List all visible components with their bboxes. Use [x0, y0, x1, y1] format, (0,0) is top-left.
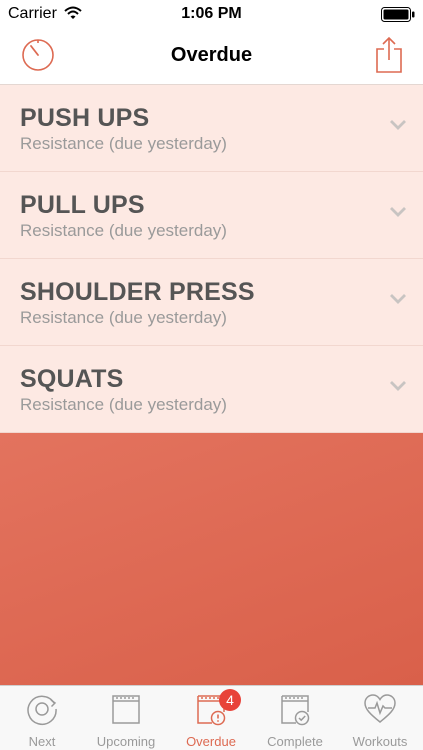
- tab-bar: Next Upcoming 4 Overdue Complete Workout…: [0, 685, 423, 750]
- list-item[interactable]: SQUATS Resistance (due yesterday): [0, 346, 423, 433]
- tab-workouts[interactable]: Workouts: [338, 686, 422, 750]
- page-title: Overdue: [170, 44, 253, 66]
- calendar-icon: [109, 692, 143, 731]
- empty-area: [0, 433, 423, 685]
- status-bar: Carrier 1:06 PM: [0, 0, 423, 28]
- chevron-down-icon[interactable]: [389, 379, 407, 397]
- next-icon: [25, 692, 59, 731]
- overdue-count-badge: 4: [219, 689, 241, 711]
- chevron-down-icon[interactable]: [389, 292, 407, 310]
- tab-label: Overdue: [186, 734, 236, 749]
- item-title: PULL UPS: [20, 191, 145, 219]
- overdue-list: PUSH UPS Resistance (due yesterday) PULL…: [0, 85, 423, 433]
- heart-pulse-icon: [363, 692, 397, 731]
- tab-complete[interactable]: Complete: [253, 686, 337, 750]
- list-item[interactable]: PULL UPS Resistance (due yesterday): [0, 172, 423, 259]
- tab-overdue[interactable]: 4 Overdue: [169, 686, 253, 750]
- item-title: SHOULDER PRESS: [20, 278, 255, 306]
- share-icon[interactable]: [375, 36, 403, 79]
- tab-label: Upcoming: [96, 734, 156, 749]
- item-subtitle: Resistance (due yesterday): [20, 395, 227, 414]
- item-subtitle: Resistance (due yesterday): [20, 221, 227, 240]
- tab-next[interactable]: Next: [0, 686, 84, 750]
- item-title: PUSH UPS: [20, 104, 150, 132]
- tab-label: Workouts: [352, 734, 408, 749]
- item-subtitle: Resistance (due yesterday): [20, 308, 227, 327]
- chevron-down-icon[interactable]: [389, 205, 407, 223]
- item-title: SQUATS: [20, 365, 124, 393]
- calendar-check-icon: [278, 692, 312, 731]
- battery-icon: [381, 7, 415, 27]
- tab-label: Complete: [267, 734, 323, 749]
- navigation-bar: Overdue: [0, 28, 423, 85]
- list-item[interactable]: PUSH UPS Resistance (due yesterday): [0, 85, 423, 172]
- list-item[interactable]: SHOULDER PRESS Resistance (due yesterday…: [0, 259, 423, 346]
- tab-label: Next: [28, 734, 56, 749]
- tab-upcoming[interactable]: Upcoming: [84, 686, 168, 750]
- item-subtitle: Resistance (due yesterday): [20, 134, 227, 153]
- status-time: 1:06 PM: [181, 5, 242, 22]
- chevron-down-icon[interactable]: [389, 118, 407, 136]
